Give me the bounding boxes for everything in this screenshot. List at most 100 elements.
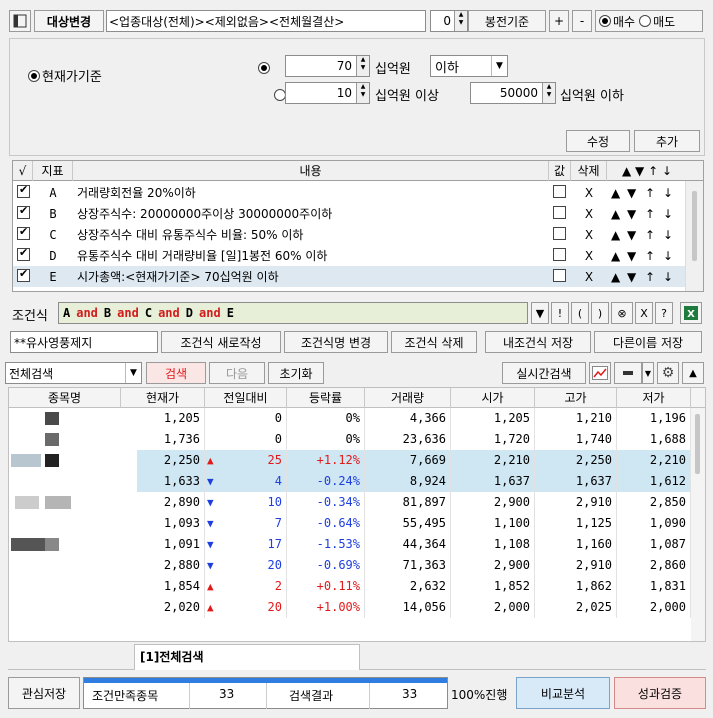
move-top-icon[interactable]: ↑ — [645, 207, 655, 221]
move-down-icon[interactable]: ▼ — [627, 249, 636, 263]
results-col-header[interactable]: 고가 — [535, 388, 617, 408]
delete-button[interactable]: X — [571, 270, 607, 284]
move-bottom-icon[interactable]: ↓ — [663, 228, 673, 242]
rename-condition-button[interactable]: 조건식명 변경 — [284, 331, 388, 353]
move-up-icon[interactable]: ▲ — [611, 270, 620, 284]
window-icon-button[interactable] — [9, 10, 31, 32]
minus-button[interactable]: - — [572, 10, 592, 32]
save-condition-button[interactable]: 내조건식 저장 — [485, 331, 591, 353]
results-row[interactable]: 2,890 ▼ 10 -0.34% 81,897 2,900 2,910 2,850 — [9, 492, 699, 513]
tab-all-search[interactable]: [1]전체검색 — [134, 644, 360, 670]
results-row[interactable]: 1,736 0 0% 23,636 1,720 1,740 1,688 — [9, 429, 699, 450]
condition-checkbox[interactable] — [17, 225, 30, 240]
delete-button[interactable]: X — [571, 207, 607, 221]
settings-button[interactable]: ⚙ — [657, 362, 679, 384]
reset-button[interactable]: 초기화 — [268, 362, 324, 384]
move-top-icon[interactable]: ↑ — [645, 249, 655, 263]
dropdown-button[interactable]: ▼ — [642, 362, 654, 384]
new-condition-button[interactable]: 조건식 새로작성 — [161, 331, 281, 353]
open-paren-button[interactable]: ( — [571, 302, 589, 324]
performance-button[interactable]: 성과검증 — [614, 677, 706, 709]
move-down-icon[interactable]: ▼ — [627, 207, 636, 221]
condition-checkbox[interactable] — [17, 246, 30, 261]
clear-button[interactable]: X — [635, 302, 653, 324]
value-checkbox[interactable] — [553, 269, 566, 282]
results-row[interactable]: 1,093 ▼ 7 -0.64% 55,495 1,100 1,125 1,090 — [9, 513, 699, 534]
chart-button[interactable] — [589, 362, 611, 384]
plus-button[interactable]: + — [549, 10, 569, 32]
bong-basis-button[interactable]: 봉전기준 — [468, 10, 546, 32]
delete-button[interactable]: X — [571, 186, 607, 200]
value-checkbox[interactable] — [553, 227, 566, 240]
move-top-icon[interactable]: ↑ — [645, 270, 655, 284]
results-row[interactable]: 2,880 ▼ 20 -0.69% 71,363 2,900 2,910 2,860 — [9, 555, 699, 576]
results-col-header[interactable]: 전일대비 — [205, 388, 287, 408]
condition-checkbox[interactable] — [17, 267, 30, 282]
close-paren-button[interactable]: ) — [591, 302, 609, 324]
scroll-thumb[interactable] — [695, 414, 700, 474]
move-up-icon[interactable]: ▲ — [611, 186, 620, 200]
not-button[interactable]: ! — [551, 302, 569, 324]
formula-input[interactable]: Aand Band Cand Dand E — [58, 302, 528, 324]
buy-radio[interactable] — [599, 15, 611, 27]
results-col-header[interactable]: 현재가 — [121, 388, 205, 408]
results-row[interactable]: 2,020 ▲ 20 +1.00% 14,056 2,000 2,025 2,000 — [9, 597, 699, 618]
realtime-search-button[interactable]: 실시간검색 — [502, 362, 586, 384]
condition-row[interactable]: C 상장주식수 대비 유통주식수 비율: 50% 이하 X ▲ ▼ ↑ ↓ — [13, 224, 685, 245]
move-down-icon[interactable]: ▼ — [627, 186, 636, 200]
collapse-button[interactable]: ▲ — [682, 362, 704, 384]
move-down-icon[interactable]: ▼ — [627, 228, 636, 242]
delete-button[interactable]: X — [571, 249, 607, 263]
move-bottom-icon[interactable]: ↓ — [663, 207, 673, 221]
move-bottom-icon[interactable]: ↓ — [663, 186, 673, 200]
next-button[interactable]: 다음 — [209, 362, 265, 384]
results-col-header[interactable]: 거래량 — [365, 388, 451, 408]
menu-button[interactable] — [614, 362, 642, 384]
results-row[interactable]: 2,250 ▲ 25 +1.12% 7,669 2,210 2,250 2,210 — [9, 450, 699, 471]
condition-row[interactable]: B 상장주식수: 20000000주이상 30000000주이하 X ▲ ▼ ↑ ↓ — [13, 203, 685, 224]
condition-checkbox[interactable] — [17, 183, 30, 198]
row1-spinner[interactable]: ▲ ▼ — [356, 56, 369, 76]
results-col-header[interactable]: 등락률 — [287, 388, 365, 408]
xor-button[interactable]: ⊗ — [611, 302, 633, 324]
value-checkbox[interactable] — [553, 248, 566, 261]
sell-radio[interactable] — [639, 15, 652, 27]
compare-button[interactable]: 비교분석 — [516, 677, 610, 709]
search-button[interactable]: 검색 — [146, 362, 206, 384]
results-row[interactable]: 1,854 ▲ 2 +0.11% 2,632 1,852 1,862 1,831 — [9, 576, 699, 597]
row1-radio[interactable] — [258, 61, 270, 74]
current-price-radio[interactable] — [28, 69, 40, 82]
move-bottom-icon[interactable]: ↓ — [663, 270, 673, 284]
condition-checkbox[interactable] — [17, 204, 30, 219]
search-scope-select[interactable]: 전체검색 ▼ — [5, 362, 142, 384]
move-up-icon[interactable]: ▲ — [611, 249, 620, 263]
scroll-thumb[interactable] — [692, 191, 697, 261]
results-scrollbar[interactable] — [691, 408, 705, 641]
move-down-icon[interactable]: ▼ — [627, 270, 636, 284]
condition-scrollbar[interactable] — [685, 181, 703, 291]
results-row[interactable]: 1,091 ▼ 17 -1.53% 44,364 1,108 1,160 1,087 — [9, 534, 699, 555]
current-price-option[interactable]: 현재가기준 — [28, 66, 102, 85]
results-col-header[interactable]: 저가 — [617, 388, 691, 408]
move-bottom-icon[interactable]: ↓ — [663, 249, 673, 263]
results-col-header[interactable]: 시가 — [451, 388, 535, 408]
add-button[interactable]: 추가 — [634, 130, 700, 152]
results-row[interactable]: 1,205 0 0% 4,366 1,205 1,210 1,196 — [9, 408, 699, 429]
move-top-icon[interactable]: ↑ — [645, 186, 655, 200]
move-up-icon[interactable]: ▲ — [611, 228, 620, 242]
row2-spinner[interactable]: ▲ ▼ — [356, 83, 369, 103]
results-col-header[interactable]: 종목명 — [9, 388, 121, 408]
bong-spinner[interactable]: ▲ ▼ — [454, 11, 467, 31]
target-change-button[interactable]: 대상변경 — [34, 10, 104, 32]
delete-button[interactable]: X — [571, 228, 607, 242]
modify-button[interactable]: 수정 — [566, 130, 630, 152]
excel-button[interactable]: X — [680, 302, 702, 324]
move-top-icon[interactable]: ↑ — [645, 228, 655, 242]
condition-row[interactable]: A 거래량회전율 20%이하 X ▲ ▼ ↑ ↓ — [13, 182, 685, 203]
help-button[interactable]: ? — [655, 302, 673, 324]
condition-row[interactable]: D 유통주식수 대비 거래량비율 [일]1봉전 60% 이하 X ▲ ▼ ↑ ↓ — [13, 245, 685, 266]
move-up-icon[interactable]: ▲ — [611, 207, 620, 221]
delete-condition-button[interactable]: 조건식 삭제 — [391, 331, 477, 353]
condition-row[interactable]: E 시가총액:<현재가기준> 70십억원 이하 X ▲ ▼ ↑ ↓ — [13, 266, 685, 287]
value-checkbox[interactable] — [553, 185, 566, 198]
